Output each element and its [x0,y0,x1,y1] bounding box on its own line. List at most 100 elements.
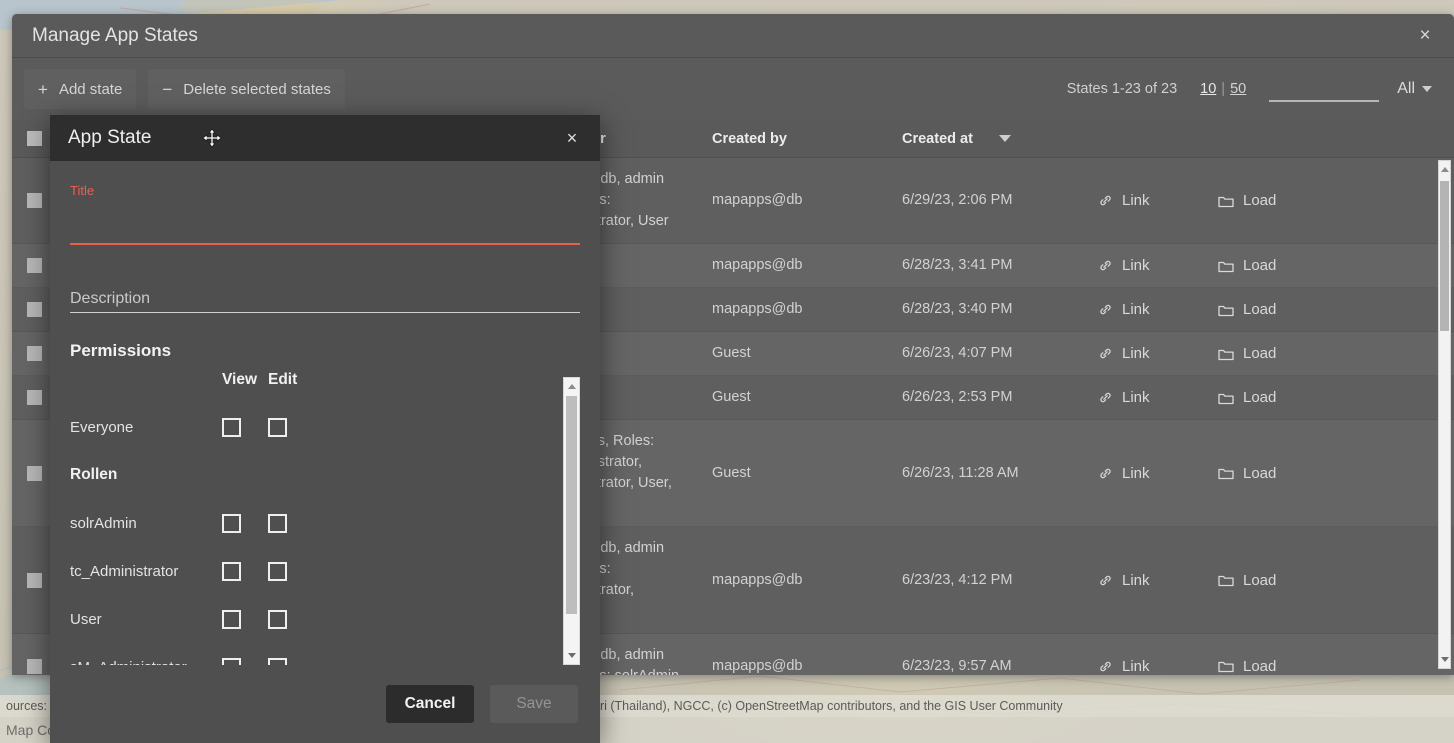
link-action[interactable]: Link [1098,658,1150,675]
chevron-down-icon [1422,86,1432,92]
cancel-button[interactable]: Cancel [386,685,474,723]
permissions-scroll-down-icon[interactable] [564,647,579,664]
load-action-label: Load [1243,257,1276,274]
link-action[interactable]: Link [1098,257,1150,274]
load-action-label: Load [1243,389,1276,406]
search-input[interactable] [1269,76,1379,102]
load-action[interactable]: Load [1218,192,1276,209]
dialog-title: App State [68,127,558,149]
view-checkbox[interactable] [222,418,241,437]
page-size-50[interactable]: 50 [1225,81,1251,97]
permissions-heading: Permissions [70,341,580,361]
row-select-checkbox[interactable] [27,659,42,674]
dialog-titlebar[interactable]: App State × [50,115,600,161]
cell-created-by: Guest [702,376,892,419]
scroll-up-icon[interactable] [1439,161,1450,178]
filter-dropdown[interactable]: All [1397,80,1436,98]
row-select-checkbox[interactable] [27,346,42,361]
row-select-checkbox[interactable] [27,390,42,405]
edit-checkbox[interactable] [268,418,287,437]
cell-created-at: 6/23/23, 4:12 PM [892,527,1088,633]
row-select-checkbox[interactable] [27,573,42,588]
select-all-checkbox[interactable] [27,131,42,146]
permissions-row: Everyone [70,403,558,451]
folder-icon [1218,303,1234,317]
dialog-close-icon[interactable]: × [558,124,586,152]
link-action[interactable]: Link [1098,465,1150,482]
cell-created-by: mapapps@db [702,158,892,243]
view-checkbox[interactable] [222,562,241,581]
scroll-down-icon[interactable] [1439,651,1450,668]
page-size-10[interactable]: 10 [1195,81,1221,97]
permissions-edit-cell [268,547,314,595]
row-select-checkbox[interactable] [27,258,42,273]
load-action[interactable]: Load [1218,658,1276,675]
link-action-label: Link [1122,301,1150,318]
cell-link: Link [1088,332,1208,375]
header-created-at[interactable]: Created at [892,131,1088,147]
page-size-selector: 10 | 50 [1195,81,1251,97]
link-action[interactable]: Link [1098,192,1150,209]
description-input[interactable] [70,285,580,313]
link-icon [1098,346,1113,361]
load-action[interactable]: Load [1218,389,1276,406]
cell-created-by: mapapps@db [702,244,892,287]
add-state-button[interactable]: + Add state [24,69,136,109]
page-title: Manage App States [32,25,1410,47]
dialog-footer: Cancel Save [50,665,600,743]
permissions-row: User [70,595,558,643]
plus-icon: + [38,81,48,98]
table-scrollbar-thumb[interactable] [1440,181,1449,331]
row-select-checkbox[interactable] [27,466,42,481]
permissions-group-label: Rollen [70,451,222,499]
permissions-panel: View Edit EveryoneRollensolrAdmintc_Admi… [70,371,580,665]
load-action[interactable]: Load [1218,301,1276,318]
load-action-label: Load [1243,658,1276,675]
permissions-edit-cell [268,643,314,665]
load-action[interactable]: Load [1218,257,1276,274]
delete-selected-states-button[interactable]: − Delete selected states [148,69,345,109]
link-action-label: Link [1122,572,1150,589]
edit-checkbox[interactable] [268,562,287,581]
close-icon[interactable]: × [1410,21,1440,51]
link-action[interactable]: Link [1098,301,1150,318]
load-action[interactable]: Load [1218,465,1276,482]
title-field-group: Title [70,183,580,245]
permissions-scroll-up-icon[interactable] [564,378,579,395]
link-action[interactable]: Link [1098,345,1150,362]
permissions-view-cell [222,403,268,451]
edit-checkbox[interactable] [268,658,287,666]
edit-checkbox[interactable] [268,610,287,629]
table-scrollbar[interactable] [1438,160,1451,669]
cell-created-at: 6/26/23, 11:28 AM [892,420,1088,526]
folder-icon [1218,573,1234,587]
load-action[interactable]: Load [1218,572,1276,589]
view-checkbox[interactable] [222,658,241,666]
cell-created-by: mapapps@db [702,527,892,633]
permissions-scrollbar[interactable] [563,377,580,665]
link-action[interactable]: Link [1098,572,1150,589]
view-checkbox[interactable] [222,514,241,533]
view-checkbox[interactable] [222,610,241,629]
cell-load: Load [1208,244,1348,287]
title-input[interactable] [70,219,580,245]
header-created-by[interactable]: Created by [702,131,892,147]
permissions-header-view: View [222,371,268,403]
title-field-label: Title [70,183,580,197]
permissions-edit-cell [268,403,314,451]
link-action-label: Link [1122,257,1150,274]
link-icon [1098,302,1113,317]
row-select-checkbox[interactable] [27,193,42,208]
row-select-checkbox[interactable] [27,302,42,317]
edit-checkbox[interactable] [268,514,287,533]
cell-created-by: Guest [702,332,892,375]
save-button[interactable]: Save [490,685,578,723]
sort-descending-icon [999,135,1011,142]
link-action-label: Link [1122,192,1150,209]
cell-load: Load [1208,527,1348,633]
link-action[interactable]: Link [1098,389,1150,406]
permissions-scrollbar-thumb[interactable] [566,396,577,614]
link-action-label: Link [1122,658,1150,675]
load-action[interactable]: Load [1218,345,1276,362]
map-bottom-label: Map Co [6,722,55,738]
